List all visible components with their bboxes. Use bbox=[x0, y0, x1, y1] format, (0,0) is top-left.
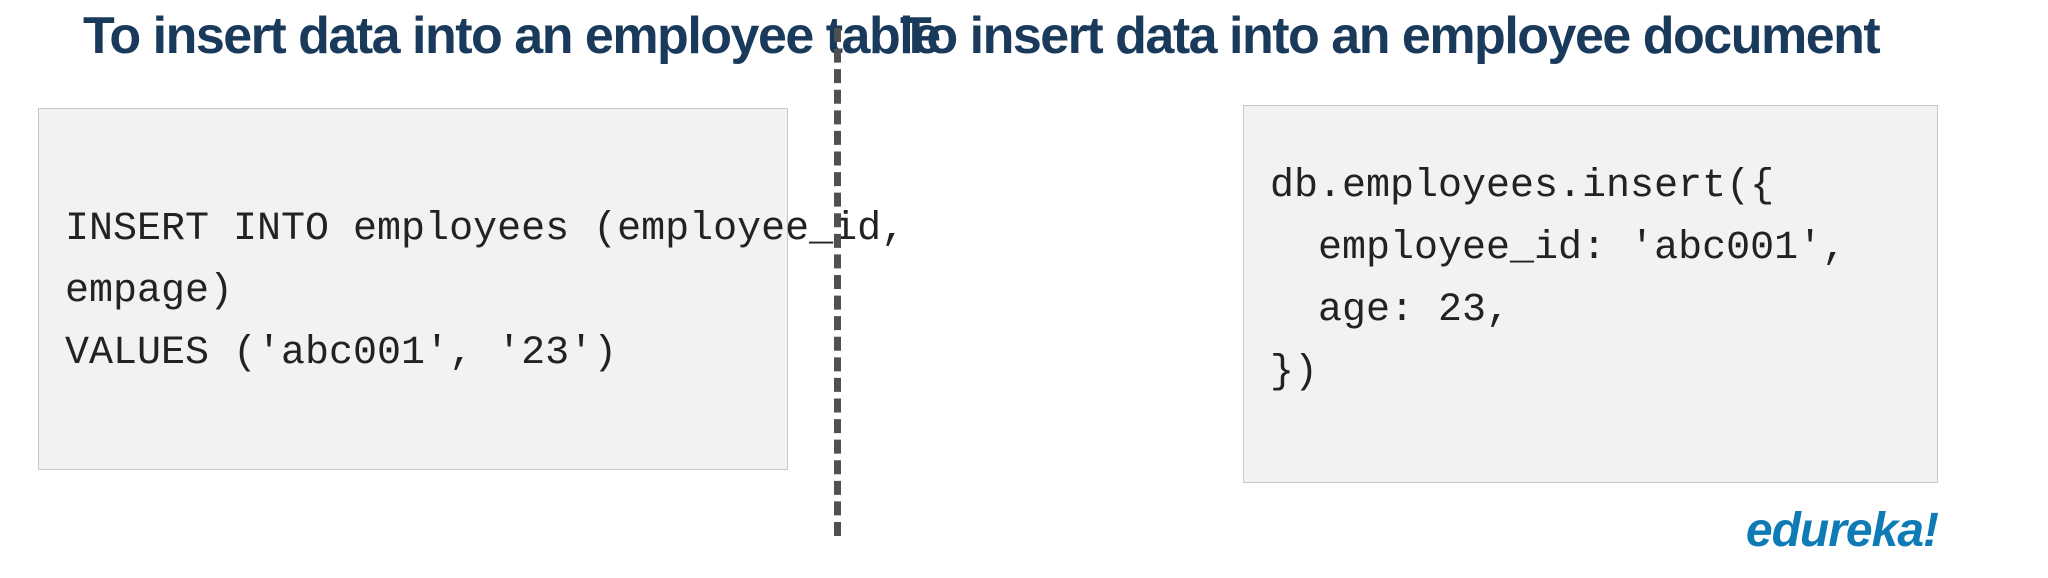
slide-canvas: To insert data into an employee table IN… bbox=[0, 0, 2048, 578]
code-right: db.employees.insert({ employee_id: 'abc0… bbox=[1243, 105, 1938, 483]
code-left: INSERT INTO employees (employee_id, empa… bbox=[38, 108, 788, 470]
brand-logo: edureka! bbox=[1746, 503, 1938, 558]
heading-right: To insert data into an employee document bbox=[900, 6, 1879, 66]
vertical-divider bbox=[834, 28, 841, 536]
heading-left: To insert data into an employee table bbox=[83, 6, 940, 66]
